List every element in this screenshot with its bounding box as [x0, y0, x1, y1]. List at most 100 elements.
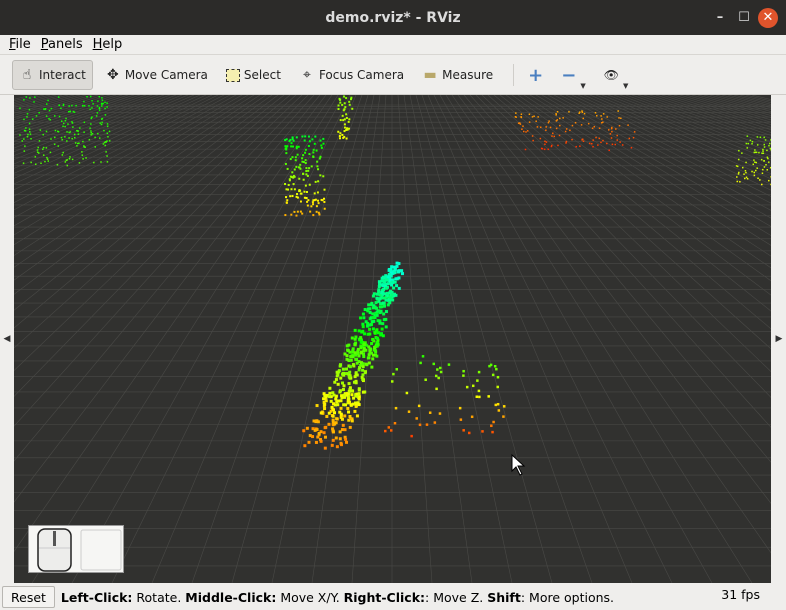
point [559, 124, 561, 127]
point [333, 380, 337, 384]
point [363, 371, 367, 375]
point [355, 357, 359, 361]
point [81, 151, 83, 153]
menu-help[interactable]: Help [88, 35, 128, 54]
point [308, 183, 311, 186]
point [23, 138, 25, 140]
point [39, 129, 42, 131]
remove-tool-button[interactable]: − ▼ [555, 60, 591, 91]
point [761, 152, 763, 155]
tool-select[interactable]: Select [220, 60, 287, 90]
grid-line [727, 95, 771, 107]
point [350, 393, 354, 397]
point [766, 149, 768, 152]
grid-line [415, 95, 553, 583]
point [48, 118, 50, 120]
point [375, 292, 379, 296]
point [394, 277, 398, 281]
point [97, 100, 99, 102]
point [48, 109, 51, 112]
point [349, 354, 353, 358]
point [313, 199, 316, 202]
point [323, 446, 327, 450]
point [317, 431, 321, 435]
close-button[interactable]: ✕ [758, 8, 778, 28]
point [756, 144, 759, 146]
point [323, 188, 326, 191]
point [390, 283, 394, 287]
menu-file[interactable]: File [4, 35, 36, 54]
point [347, 410, 351, 414]
point [342, 403, 346, 407]
point [302, 172, 305, 175]
point [40, 162, 42, 165]
point [380, 291, 384, 295]
grid-line [151, 95, 357, 583]
point [69, 110, 72, 113]
menu-panels[interactable]: Panels [36, 35, 88, 54]
point [555, 120, 558, 122]
tool-focus-camera[interactable]: ⌖ Focus Camera [293, 60, 410, 90]
point [348, 414, 352, 418]
point [26, 113, 29, 115]
3d-viewport[interactable] [14, 95, 771, 583]
point [346, 406, 350, 410]
point [388, 301, 392, 305]
point [322, 175, 325, 178]
point [328, 391, 332, 395]
point [22, 162, 25, 164]
point [323, 435, 327, 439]
grid-line [14, 95, 141, 139]
point [106, 125, 109, 128]
mouse-hint-widget [28, 525, 124, 573]
point [92, 103, 94, 105]
left-panel-toggle[interactable]: ◀ [0, 95, 14, 583]
tool-interact[interactable]: ☝ Interact [12, 60, 93, 90]
point [331, 427, 335, 431]
point [435, 387, 438, 391]
point [103, 129, 105, 132]
point [67, 111, 70, 113]
point [424, 378, 427, 382]
point [390, 290, 394, 294]
point [101, 97, 103, 99]
point [545, 129, 547, 131]
view-button[interactable]: 👁 ▼ [598, 60, 635, 90]
point [762, 148, 764, 151]
add-tool-button[interactable]: + [522, 60, 549, 90]
right-panel-toggle[interactable]: ▶ [772, 95, 786, 583]
grid-line [517, 95, 771, 269]
point [348, 100, 351, 103]
point [574, 121, 577, 124]
point [297, 145, 300, 148]
point [296, 153, 299, 156]
point [583, 112, 586, 115]
point [71, 158, 74, 161]
point [744, 170, 747, 172]
minimize-button[interactable]: – [710, 8, 730, 28]
point [763, 143, 766, 146]
point [392, 286, 396, 290]
point [285, 138, 288, 141]
point [738, 158, 740, 161]
reset-button[interactable]: Reset [2, 586, 55, 608]
point [82, 104, 84, 107]
point [609, 133, 612, 135]
tool-measure[interactable]: ▬ Measure [416, 60, 499, 90]
point [308, 140, 311, 143]
point [762, 168, 764, 171]
point [79, 127, 81, 129]
point [620, 117, 622, 120]
point [88, 105, 90, 107]
point [44, 160, 46, 163]
point [384, 429, 387, 433]
point [618, 124, 621, 127]
eye-icon: 👁 [603, 68, 619, 82]
point [338, 97, 341, 100]
maximize-button[interactable]: ☐ [734, 8, 754, 28]
tool-move-camera[interactable]: ✥ Move Camera [99, 60, 214, 90]
point [364, 348, 368, 352]
fps-counter: 31 fps [721, 587, 760, 602]
point [536, 126, 539, 128]
point [290, 145, 293, 148]
